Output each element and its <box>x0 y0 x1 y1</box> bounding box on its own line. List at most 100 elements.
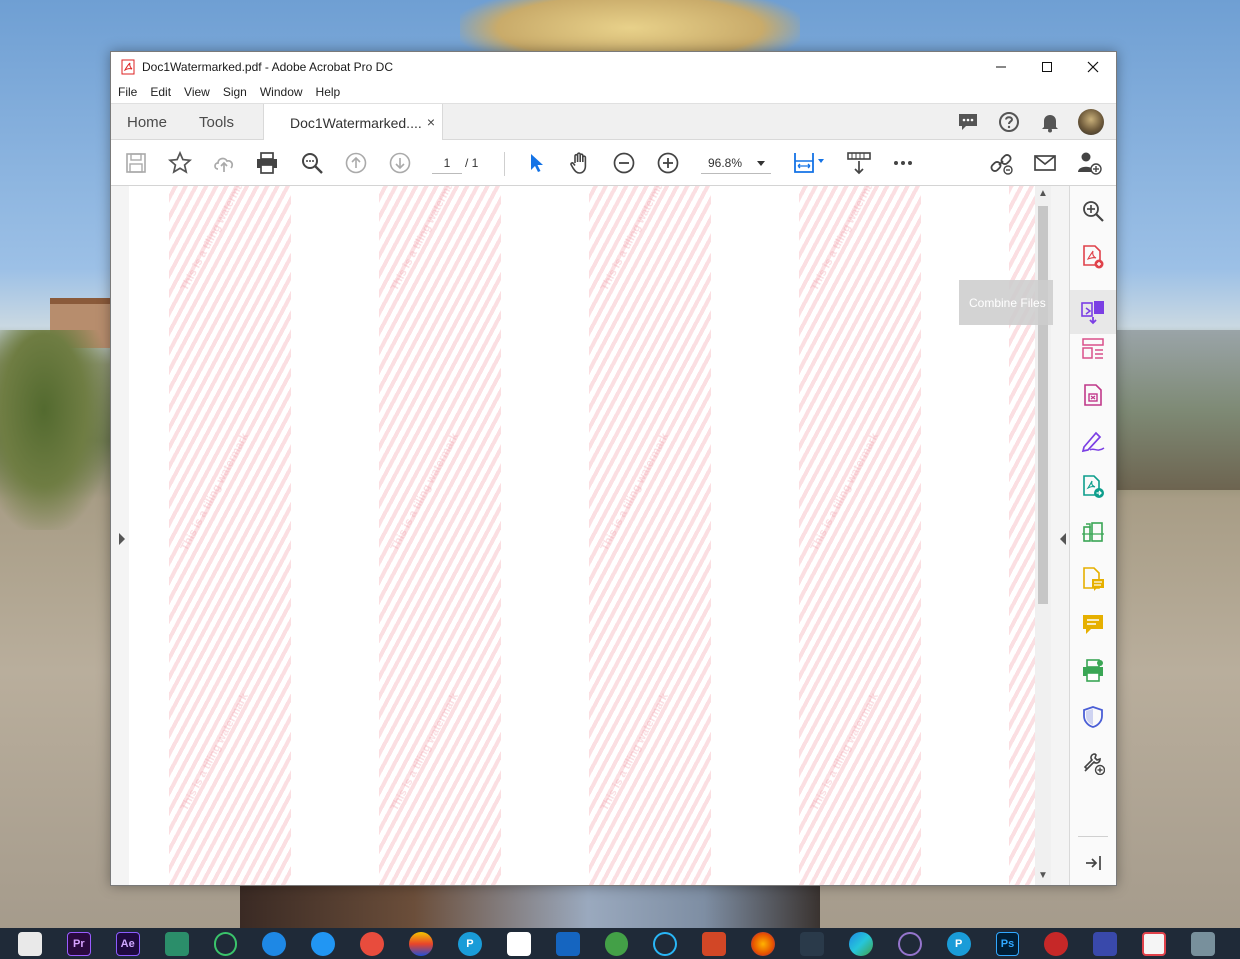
quickbooks-icon[interactable] <box>653 931 678 956</box>
page-fit-button[interactable] <box>791 150 827 176</box>
premiere-pro-icon[interactable]: Pr <box>66 931 91 956</box>
scroll-down-icon[interactable]: ▼ <box>1038 870 1048 881</box>
organize-pages-icon <box>1082 338 1104 359</box>
comment-button[interactable] <box>1080 612 1106 638</box>
zoom-out-button[interactable] <box>611 150 637 176</box>
organize-pages-button[interactable] <box>1080 336 1106 362</box>
cube-app-icon[interactable] <box>1191 931 1215 956</box>
watermark-text: This is a tiling watermark <box>808 431 881 553</box>
print-production-button[interactable] <box>1080 658 1106 684</box>
update-app-icon[interactable] <box>311 931 336 956</box>
tab-document[interactable]: Doc1Watermarked.... × <box>263 104 443 141</box>
menu-bar: File Edit View Sign Window Help <box>111 81 1116 103</box>
zoom-tool-button[interactable] <box>1080 198 1106 224</box>
close-tab-icon[interactable]: × <box>427 114 435 130</box>
color-app-icon[interactable] <box>409 931 433 956</box>
document-viewer: This is a tiling watermark This is a til… <box>111 186 1069 885</box>
sync-app-icon[interactable] <box>213 931 238 956</box>
select-tool-button[interactable] <box>523 150 549 176</box>
tab-home[interactable]: Home <box>127 104 167 140</box>
powerpoint-icon[interactable] <box>702 931 727 956</box>
menu-sign[interactable]: Sign <box>223 85 247 99</box>
zoom-level-dropdown[interactable]: 96.8% <box>701 152 771 174</box>
firefox-icon[interactable] <box>751 931 776 956</box>
export-pdf-button[interactable] <box>1080 474 1106 500</box>
maximize-icon <box>1042 61 1052 72</box>
edit-pdf-button[interactable] <box>1080 382 1106 408</box>
page-number-input[interactable]: 1 <box>432 152 462 174</box>
comments-icon[interactable] <box>955 109 981 135</box>
left-pane-toggle[interactable] <box>111 186 129 885</box>
menu-view[interactable]: View <box>184 85 210 99</box>
acrobat-app-icon <box>121 59 135 74</box>
send-for-comments-button[interactable] <box>1080 566 1106 592</box>
after-effects-icon[interactable]: Ae <box>115 931 140 956</box>
blue-app-icon[interactable] <box>1093 931 1118 956</box>
zoom-in-button[interactable] <box>655 150 681 176</box>
next-page-button[interactable] <box>387 150 413 176</box>
close-window-button[interactable] <box>1070 52 1116 81</box>
menu-file[interactable]: File <box>118 85 137 99</box>
share-link-button[interactable] <box>988 150 1014 176</box>
previous-page-button[interactable] <box>343 150 369 176</box>
collapse-tools-pane-button[interactable] <box>1080 850 1106 876</box>
pdf-p-app-icon[interactable]: P <box>946 931 971 956</box>
scroll-up-icon[interactable]: ▲ <box>1038 188 1048 199</box>
more-options-button[interactable] <box>890 150 916 176</box>
pdf-reader-p-icon[interactable]: P <box>457 931 482 956</box>
avatar[interactable] <box>1078 109 1104 135</box>
paint-app-icon[interactable] <box>360 931 385 956</box>
minimize-button[interactable] <box>978 52 1024 81</box>
find-zoom-button[interactable] <box>299 150 325 176</box>
watermark-text: This is a tiling watermark <box>598 431 671 553</box>
download-app-icon[interactable] <box>262 931 287 956</box>
background-bushes <box>0 330 110 530</box>
right-pane-toggle[interactable] <box>1051 186 1069 885</box>
notifications-bell-icon[interactable] <box>1037 109 1063 135</box>
tab-tools[interactable]: Tools <box>199 104 234 140</box>
watermark-text: This is a tiling watermark <box>178 431 251 553</box>
save-button[interactable] <box>123 150 149 176</box>
hand-tool-button[interactable] <box>567 150 593 176</box>
menu-window[interactable]: Window <box>260 85 303 99</box>
edge-icon[interactable] <box>848 931 873 956</box>
arrow-app-icon[interactable] <box>800 931 824 956</box>
scan-ocr-button[interactable] <box>1080 520 1106 546</box>
help-icon[interactable] <box>996 109 1022 135</box>
scrollbar-thumb[interactable] <box>1038 206 1048 604</box>
sketchbook-icon[interactable] <box>18 931 42 956</box>
fit-page-icon <box>794 153 824 173</box>
add-user-button[interactable] <box>1076 150 1102 176</box>
create-pdf-button[interactable] <box>1080 244 1106 270</box>
email-button[interactable] <box>1032 150 1058 176</box>
photoshop-icon[interactable]: Ps <box>995 931 1020 956</box>
protect-button[interactable] <box>1080 704 1106 730</box>
print-button[interactable] <box>254 150 280 176</box>
pdf-page[interactable]: This is a tiling watermark This is a til… <box>129 186 1035 885</box>
main-toolbar: 1 / 1 96.8% <box>111 140 1116 186</box>
upload-cloud-button[interactable] <box>211 150 237 176</box>
tab-document-label: Doc1Watermarked.... <box>290 114 422 131</box>
purple-app-icon[interactable] <box>897 931 922 956</box>
fill-sign-button[interactable] <box>1080 428 1106 454</box>
menu-help[interactable]: Help <box>316 85 341 99</box>
combine-files-button[interactable] <box>1070 290 1116 334</box>
green-app-icon[interactable] <box>604 931 629 956</box>
maximize-button[interactable] <box>1024 52 1070 81</box>
watermark-text: This is a tiling watermark <box>388 691 461 813</box>
ccna-app-icon[interactable] <box>506 931 531 956</box>
send-for-comments-icon <box>1083 567 1104 591</box>
bookmark-star-button[interactable] <box>167 150 193 176</box>
build-app-icon[interactable] <box>555 931 580 956</box>
scroll-mode-button[interactable] <box>846 150 872 176</box>
red-app-icon[interactable] <box>1044 931 1069 956</box>
menu-edit[interactable]: Edit <box>150 85 171 99</box>
cursor-arrow-icon <box>531 154 543 172</box>
combine-files-icon <box>1081 301 1104 325</box>
more-tools-button[interactable] <box>1080 750 1106 776</box>
shield-icon <box>1083 706 1103 728</box>
collapse-pane-icon <box>1086 856 1101 870</box>
sound-app-icon[interactable] <box>164 931 189 956</box>
tools-pane <box>1069 186 1116 885</box>
acrobat-icon[interactable] <box>1142 931 1167 956</box>
